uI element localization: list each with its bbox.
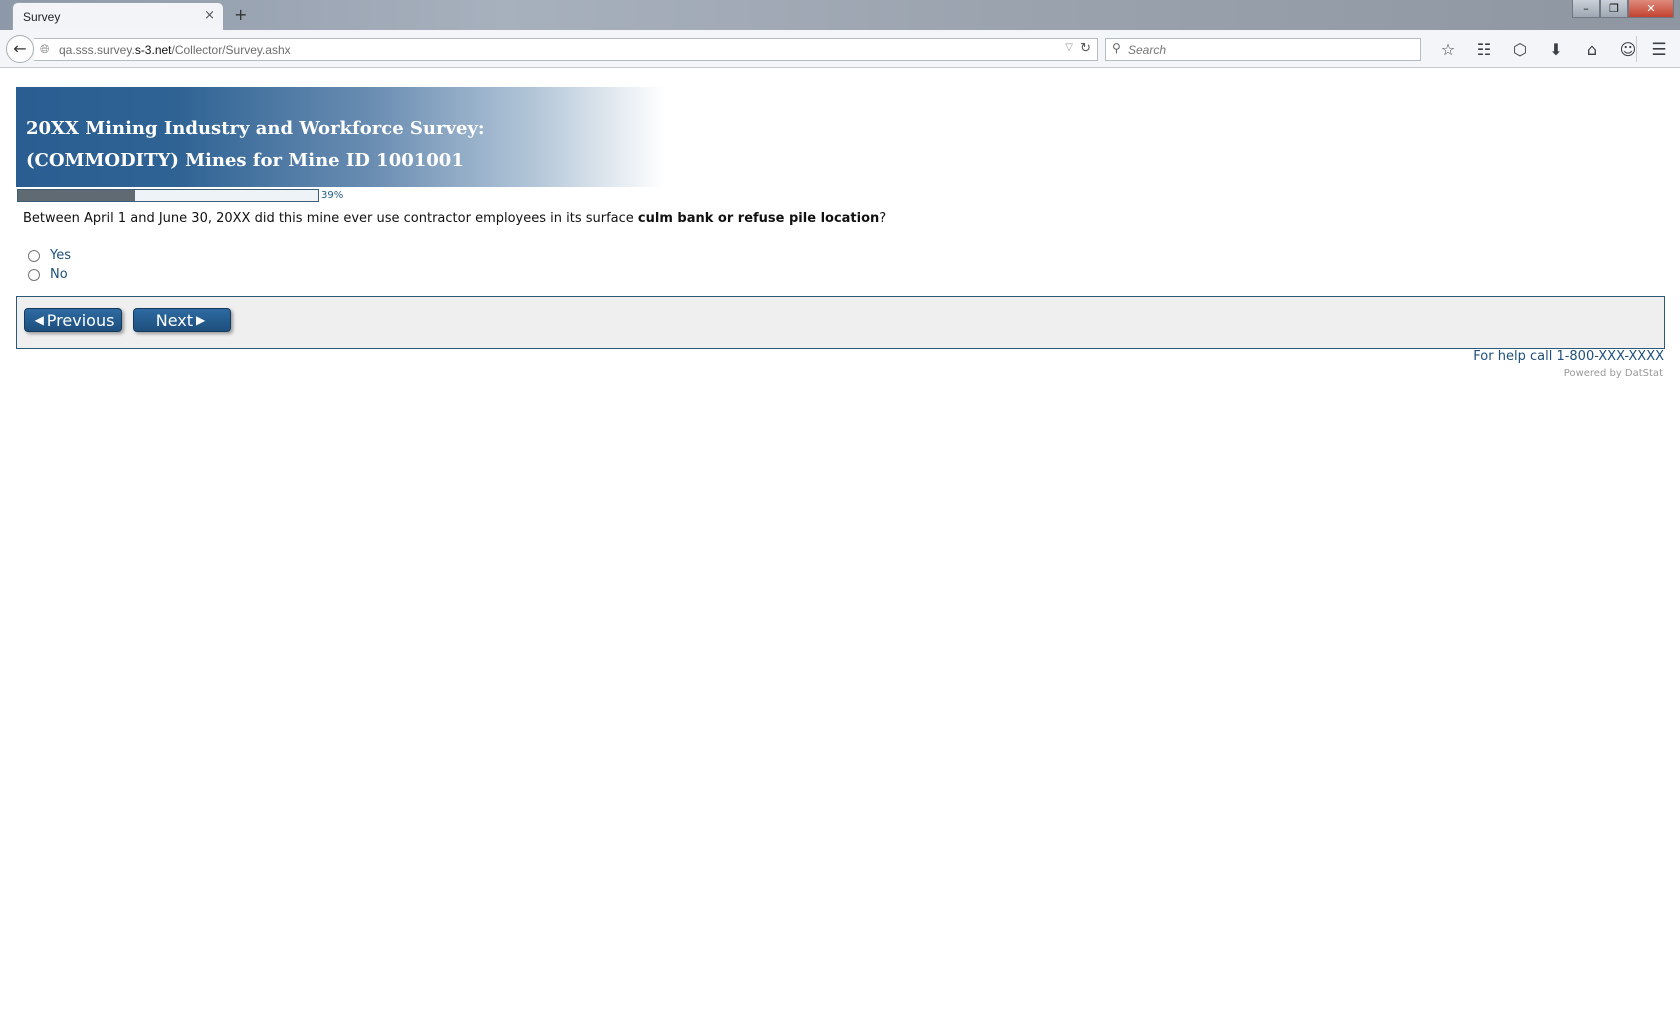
toolbar-separator (1636, 36, 1637, 62)
powered-by: Powered by DatStat (1563, 368, 1663, 379)
next-button[interactable]: Next ▶ (133, 308, 231, 332)
question-emphasis: culm bank or refuse pile location (637, 211, 880, 226)
survey-title-line1: 20XX Mining Industry and Workforce Surve… (26, 118, 485, 139)
chat-icon[interactable]: ☺ (1610, 38, 1646, 62)
toolbar-icons: ☆ ☷ ⬡ ⬇ ⌂ ☺ (1430, 38, 1646, 62)
globe-icon: 🌐︎ (40, 42, 50, 56)
minimize-icon[interactable]: – (1572, 0, 1600, 18)
option-yes-label[interactable]: Yes (50, 248, 71, 263)
progress-percent: 39% (321, 190, 344, 201)
question-prefix: Between April 1 and June 30, 20XX did th… (23, 211, 638, 226)
restore-icon[interactable]: ❐ (1600, 0, 1628, 18)
window-controls: – ❐ ✕ (1572, 0, 1674, 20)
option-no[interactable]: No (28, 267, 68, 282)
previous-button[interactable]: ◀ Previous (24, 308, 122, 332)
url-dropdown-icon[interactable]: ▽ (1065, 42, 1073, 53)
navigation-panel: ◀ Previous Next ▶ (16, 296, 1665, 349)
browser-tab[interactable]: Survey × (12, 2, 224, 30)
reading-list-icon[interactable]: ☷ (1466, 38, 1502, 62)
navigation-toolbar: ← 🌐︎ qa.sss.survey.s-3.net/Collector/Sur… (0, 30, 1680, 68)
survey-page: 20XX Mining Industry and Workforce Surve… (0, 68, 1680, 1010)
home-icon[interactable]: ⌂ (1574, 38, 1610, 62)
radio-yes[interactable] (28, 249, 40, 262)
star-icon[interactable]: ☆ (1430, 38, 1466, 62)
search-input[interactable] (1128, 41, 1408, 58)
window-close-icon[interactable]: ✕ (1628, 0, 1674, 18)
search-bar[interactable]: ⚲ (1105, 38, 1421, 61)
left-triangle-icon: ◀ (34, 313, 44, 327)
survey-title-line2: (COMMODITY) Mines for Mine ID 1001001 (26, 150, 464, 171)
back-arrow-icon[interactable]: ← (6, 35, 34, 63)
url-domain: s-3.net (134, 43, 172, 57)
reload-icon[interactable]: ↻ (1080, 41, 1091, 56)
url-bar[interactable]: 🌐︎ qa.sss.survey.s-3.net/Collector/Surve… (34, 38, 1098, 61)
survey-banner: 20XX Mining Industry and Workforce Surve… (16, 87, 664, 187)
question-text: Between April 1 and June 30, 20XX did th… (23, 211, 886, 226)
option-yes[interactable]: Yes (28, 248, 71, 263)
tab-close-icon[interactable]: × (204, 8, 215, 23)
pocket-icon[interactable]: ⬡ (1502, 38, 1538, 62)
search-icon: ⚲ (1112, 41, 1121, 55)
window-titlebar: Survey × + – ❐ ✕ (0, 0, 1680, 30)
question-suffix: ? (879, 211, 887, 226)
new-tab-icon[interactable]: + (234, 5, 247, 24)
menu-icon[interactable]: ☰ (1644, 38, 1674, 62)
url-path: /Collector/Survey.ashx (171, 43, 291, 57)
help-text: For help call 1-800-XXX-XXXX (1473, 349, 1664, 364)
progress-bar-fill (18, 190, 135, 201)
option-no-label[interactable]: No (50, 267, 68, 282)
url-text: qa.sss.survey.s-3.net/Collector/Survey.a… (59, 43, 291, 57)
progress-bar (17, 189, 319, 202)
radio-no[interactable] (28, 268, 40, 281)
right-triangle-icon: ▶ (196, 313, 206, 327)
previous-label: Previous (46, 310, 115, 330)
tab-title: Survey (23, 10, 61, 24)
next-label: Next (155, 310, 194, 330)
url-prefix: qa.sss.survey. (59, 43, 135, 57)
download-icon[interactable]: ⬇ (1538, 38, 1574, 62)
